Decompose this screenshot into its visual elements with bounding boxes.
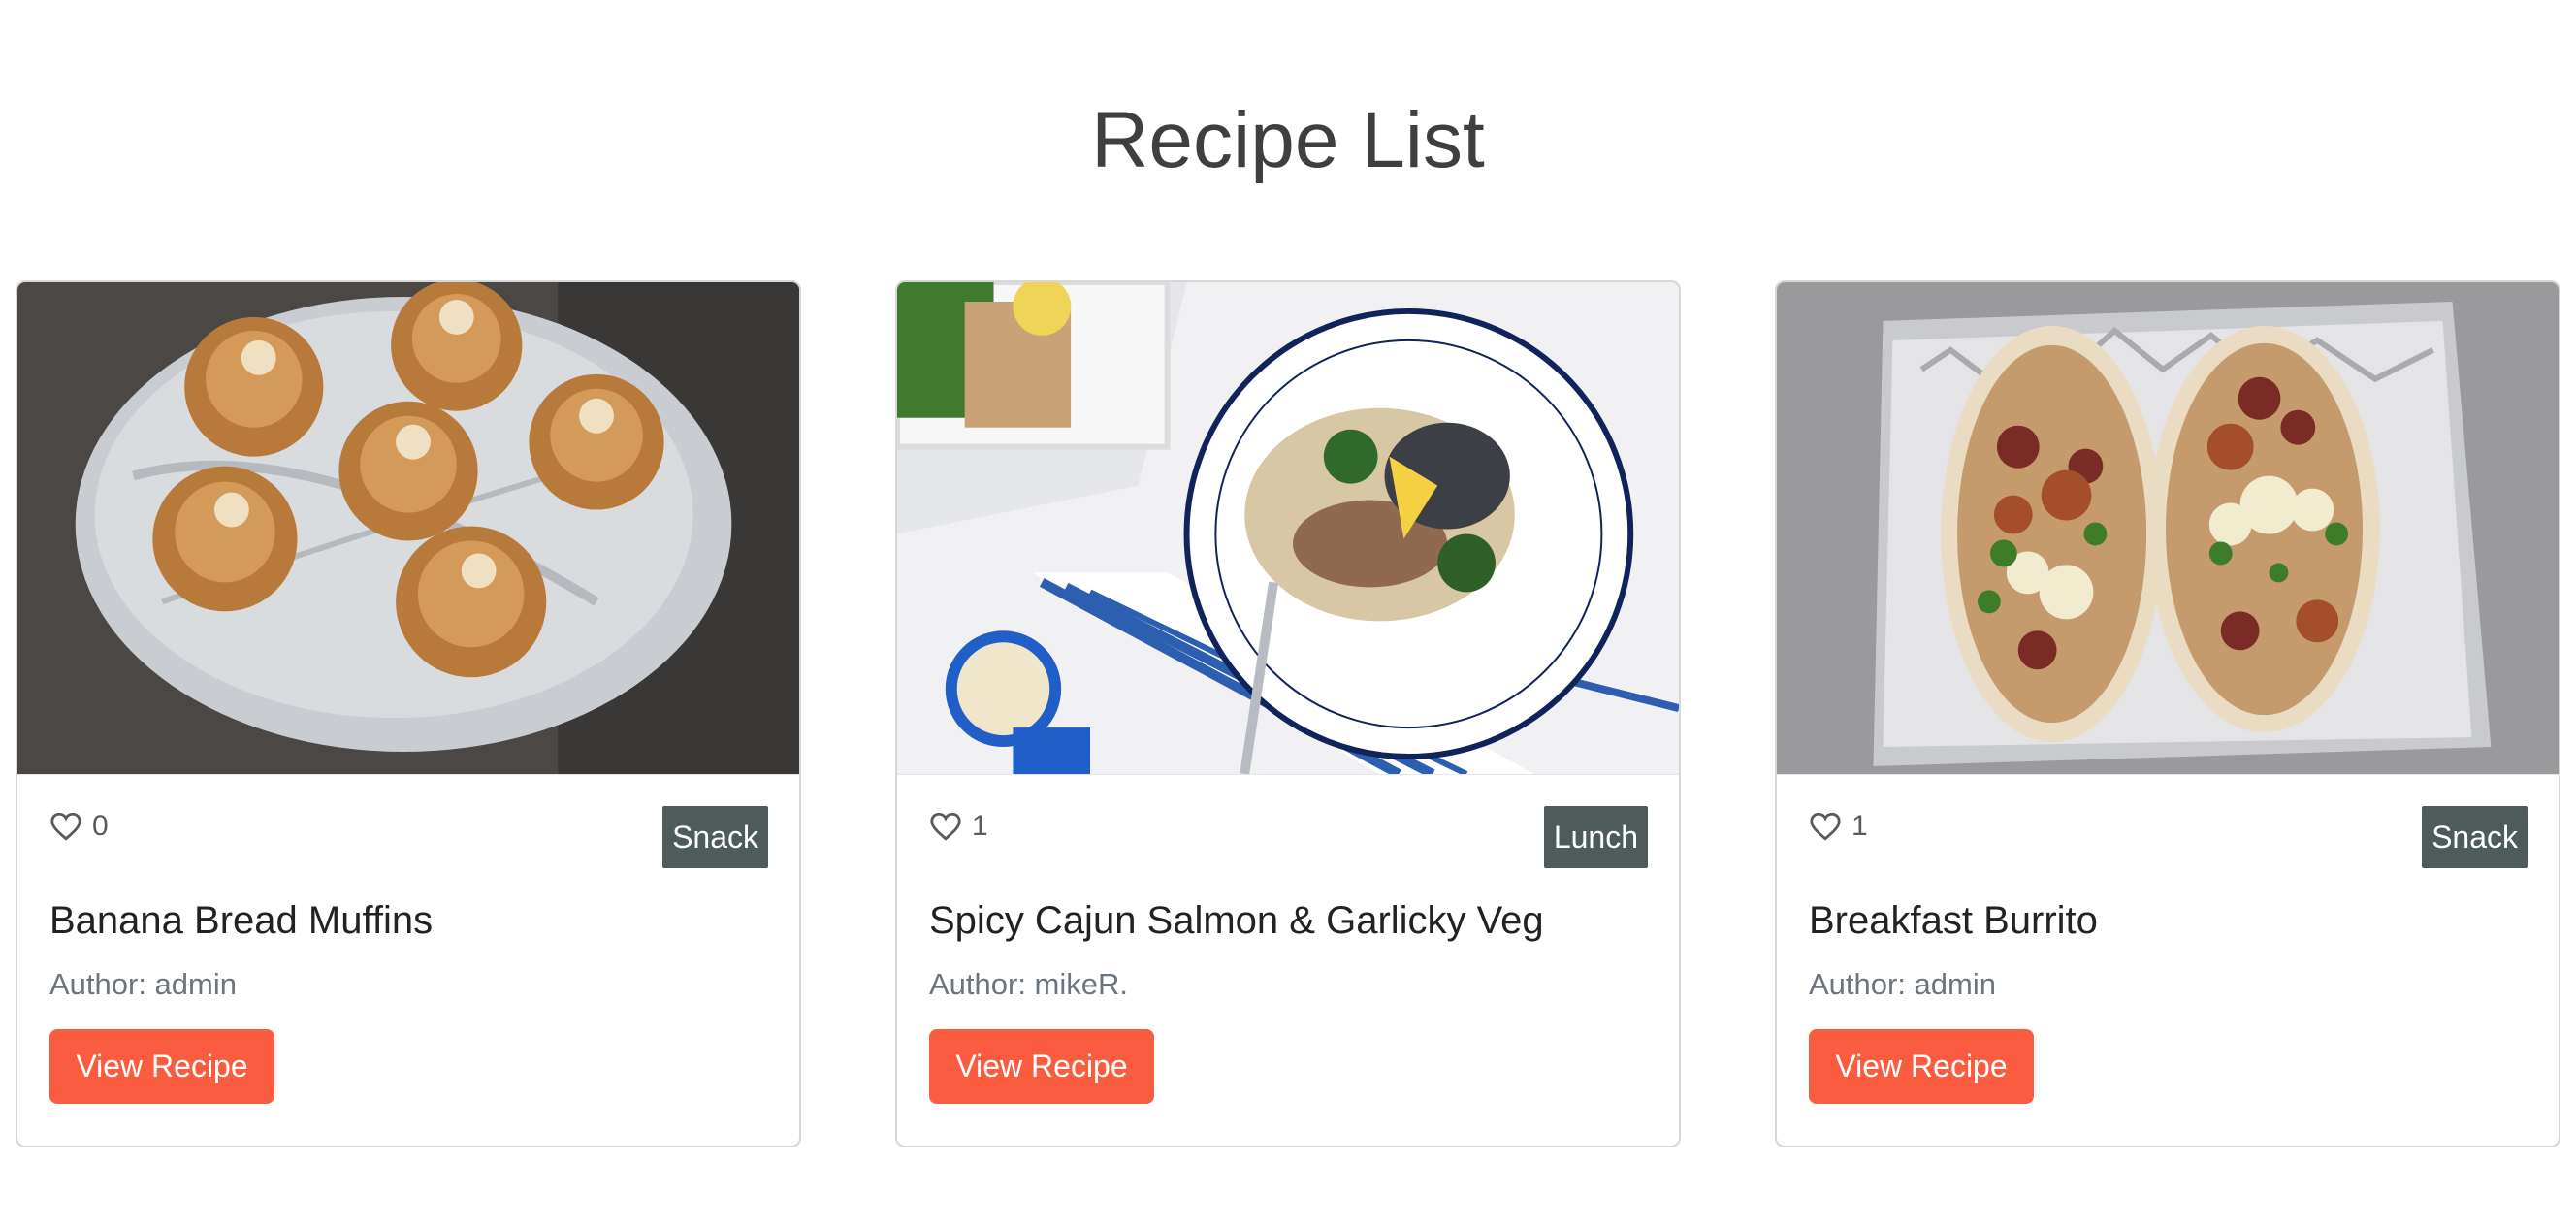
recipe-image [17,282,799,775]
like-button[interactable]: 1 [1809,810,1868,843]
likes-count: 1 [972,810,988,842]
recipe-author: Author: admin [1809,967,1996,1001]
heart-icon [929,811,962,842]
recipe-title: Spicy Cajun Salmon & Garlicky Veg [929,899,1544,942]
recipe-title: Banana Bread Muffins [49,899,434,942]
likes-count: 1 [1852,810,1868,842]
view-recipe-button[interactable]: View Recipe [49,1029,274,1104]
likes-count: 0 [92,810,109,842]
category-badge: Lunch [1543,806,1648,868]
recipe-card: 1 Lunch Spicy Cajun Salmon & Garlicky Ve… [895,280,1681,1147]
category-badge: Snack [662,806,768,868]
like-button[interactable]: 0 [49,810,109,843]
heart-icon [49,811,82,842]
category-badge: Snack [2422,806,2528,868]
like-button[interactable]: 1 [929,810,988,843]
recipe-author: Author: admin [49,967,237,1001]
view-recipe-button[interactable]: View Recipe [929,1029,1154,1104]
page-title: Recipe List [1091,96,1485,184]
recipe-card: 1 Snack Breakfast Burrito Author: admin … [1775,280,2560,1147]
view-recipe-button[interactable]: View Recipe [1809,1029,2034,1104]
heart-icon [1809,811,1842,842]
recipe-image [1777,282,2559,775]
recipe-card: 0 Snack Banana Bread Muffins Author: adm… [16,280,801,1147]
recipe-author: Author: mikeR. [929,967,1129,1001]
recipe-image [897,282,1679,775]
recipe-title: Breakfast Burrito [1809,899,2098,942]
